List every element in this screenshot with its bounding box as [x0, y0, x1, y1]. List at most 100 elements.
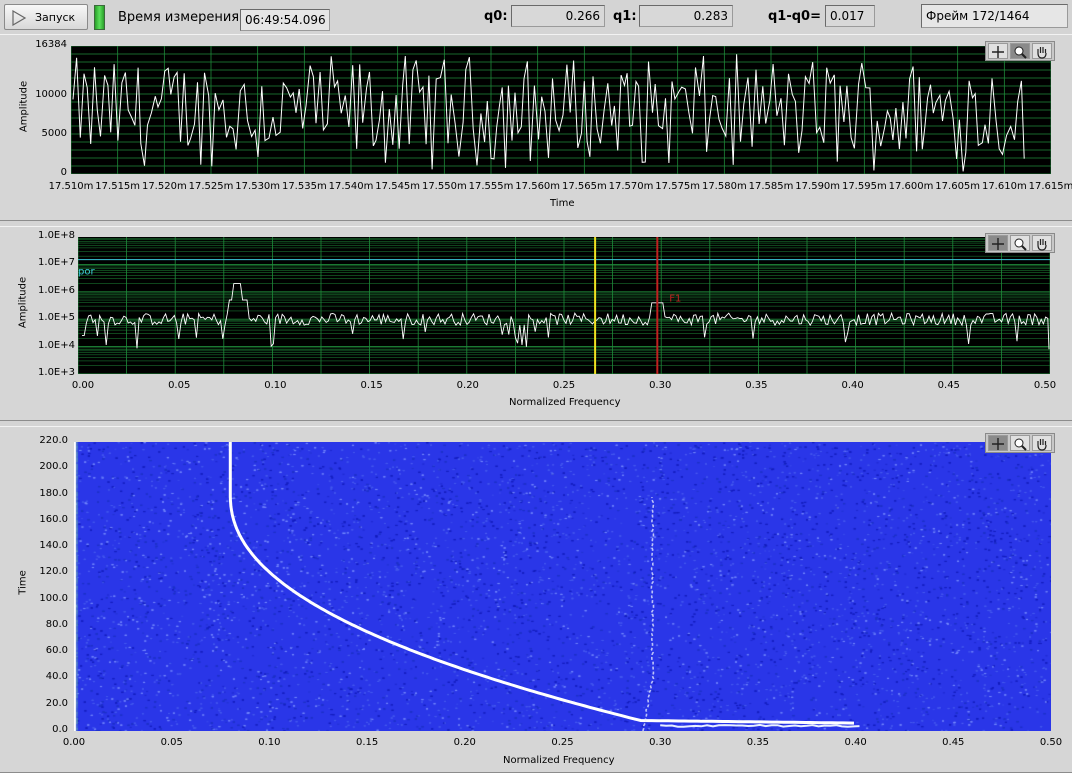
waveform-x-tick: 17.570m: [608, 181, 654, 192]
run-button[interactable]: Запуск: [4, 4, 88, 30]
spectrogram-graph-palette: [985, 433, 1055, 453]
waveform-x-tick: 17.610m: [981, 181, 1027, 192]
measurement-time-field: 06:49:54.096: [240, 9, 330, 31]
waveform-x-tick: 17.525m: [188, 181, 234, 192]
crosshair-icon: [992, 438, 1004, 450]
spectrum-y-tick: 1.0E+5: [38, 312, 75, 324]
top-toolbar: Запуск Время измерения: 06:49:54.096 q0:…: [0, 0, 1072, 34]
pan-button[interactable]: [1032, 435, 1052, 451]
spectrum-x-tick: 0.40: [841, 380, 864, 391]
crosshair-button[interactable]: [988, 435, 1008, 451]
spectrogram-y-axis-title: Time: [17, 570, 29, 595]
spectrogram-x-tick: 0.30: [649, 737, 672, 748]
spectrum-y-tick: 1.0E+6: [38, 284, 75, 296]
waveform-y-axis-title: Amplitude: [18, 80, 30, 133]
zoom-icon: [1014, 46, 1027, 59]
spectrogram-x-tick: 0.50: [1039, 737, 1063, 748]
crosshair-icon: [992, 238, 1004, 250]
spectrum-y-tick: 1.0E+4: [38, 339, 75, 351]
spectrum-x-tick: 0.35: [745, 380, 768, 391]
spectrum-x-tick: 0.50: [1033, 380, 1057, 391]
pan-hand-icon: [1037, 439, 1047, 451]
spectrum-x-tick: 0.15: [360, 380, 383, 391]
waveform-plot[interactable]: [71, 46, 1051, 174]
q1-q0-field: 0.017: [825, 5, 875, 27]
crosshair-button[interactable]: [988, 235, 1008, 251]
waveform-x-tick: 17.555m: [468, 181, 514, 192]
spectrogram-x-tick: 0.35: [746, 737, 770, 748]
spectrogram-y-tick: 100.0: [39, 592, 68, 604]
spectrum-x-tick: 0.05: [168, 380, 191, 391]
pan-button[interactable]: [1032, 235, 1052, 251]
spectrogram-tail-trace: [660, 723, 860, 728]
spectrogram-x-tick: 0.40: [844, 737, 867, 748]
measurement-time-label: Время измерения:: [118, 10, 244, 25]
waveform-trace: [72, 54, 1025, 172]
zoom-button[interactable]: [1010, 435, 1030, 451]
spectrogram-x-axis-title: Normalized Frequency: [503, 755, 615, 766]
waveform-y-tick: 16384: [35, 39, 67, 50]
waveform-x-tick: 17.590m: [795, 181, 841, 192]
play-icon: [12, 10, 27, 26]
zoom-icon: [1014, 238, 1027, 251]
waveform-x-tick: 17.605m: [935, 181, 981, 192]
spectrogram-y-tick: 220.0: [39, 435, 68, 446]
pan-button[interactable]: [1032, 43, 1052, 59]
spectrogram-y-tick: 120.0: [39, 566, 68, 578]
running-indicator-led: [94, 5, 105, 30]
waveform-x-tick: 17.560m: [515, 181, 561, 192]
waveform-x-tick: 17.580m: [701, 181, 747, 192]
spectrogram-x-tick: 0.05: [160, 737, 183, 748]
spectrum-y-tick: 1.0E+3: [38, 367, 75, 378]
waveform-y-tick: 5000: [41, 127, 67, 139]
waveform-x-tick: 17.600m: [888, 181, 934, 192]
q0-field: 0.266: [511, 5, 605, 27]
waveform-x-tick: 17.520m: [141, 181, 187, 192]
waveform-panel: Amplitude 16384 10000 5000 0 17.510m 17.515m…: [0, 34, 1072, 221]
zoom-icon: [1014, 438, 1027, 451]
waveform-graph-palette: [985, 41, 1055, 61]
waveform-x-tick: 17.565m: [561, 181, 607, 192]
frame-counter-field: Фрейм 172/1464: [921, 4, 1068, 28]
spectrogram-y-tick: 0.0: [52, 724, 68, 735]
spectrogram-y-tick: 80.0: [45, 618, 68, 630]
spectrum-x-tick: 0.25: [552, 380, 576, 391]
zoom-button[interactable]: [1010, 235, 1030, 251]
spectrogram-y-tick: 140.0: [39, 540, 68, 552]
q1-label: q1:: [613, 9, 637, 24]
crosshair-button[interactable]: [988, 43, 1008, 59]
waveform-x-tick: 17.510m: [48, 181, 94, 192]
spectrum-plot[interactable]: por F1: [78, 237, 1050, 374]
waveform-x-tick: 17.615m: [1028, 181, 1072, 192]
spectrum-y-tick: 1.0E+8: [38, 230, 75, 241]
zoom-button[interactable]: [1010, 43, 1030, 59]
run-button-label: Запуск: [35, 11, 76, 24]
waveform-x-axis-title: Time: [550, 198, 575, 209]
spectrogram-x-tick: 0.45: [942, 737, 965, 748]
pan-hand-icon: [1037, 239, 1047, 251]
waveform-x-tick: 17.540m: [328, 181, 374, 192]
spectrogram-y-tick: 200.0: [39, 461, 68, 473]
spectrum-x-tick: 0.45: [937, 380, 960, 391]
spectrogram-panel: Time 220.0 200.0 180.0 160.0 140.0 120.0 100.0…: [0, 426, 1072, 773]
spectrogram-plot[interactable]: [74, 442, 1051, 731]
waveform-y-tick: 10000: [35, 88, 67, 100]
spectrogram-x-tick: 0.15: [355, 737, 379, 748]
spectrogram-x-tick: 0.00: [62, 737, 86, 748]
q1-q0-label: q1-q0=: [768, 9, 821, 24]
spectrogram-x-tick: 0.10: [258, 737, 281, 748]
spectrum-x-tick: 0.00: [71, 380, 95, 391]
waveform-x-tick: 17.535m: [281, 181, 327, 192]
waveform-y-tick: 0: [60, 167, 67, 178]
waveform-x-tick: 17.550m: [421, 181, 467, 192]
spectrum-panel: Amplitude 1.0E+8 1.0E+7 1.0E+6 1.0E+5 1.0E+4…: [0, 226, 1072, 421]
waveform-x-tick: 17.530m: [235, 181, 281, 192]
waveform-x-tick: 17.545m: [375, 181, 421, 192]
spectrum-x-tick: 0.20: [456, 380, 479, 391]
spectrogram-y-tick: 20.0: [45, 697, 68, 709]
spectrum-y-tick: 1.0E+7: [38, 257, 75, 269]
spectrogram-y-tick: 60.0: [45, 645, 68, 657]
spectrum-x-tick: 0.10: [264, 380, 287, 391]
spectrum-y-axis-title: Amplitude: [17, 276, 29, 329]
spectrogram-x-tick: 0.20: [453, 737, 476, 748]
